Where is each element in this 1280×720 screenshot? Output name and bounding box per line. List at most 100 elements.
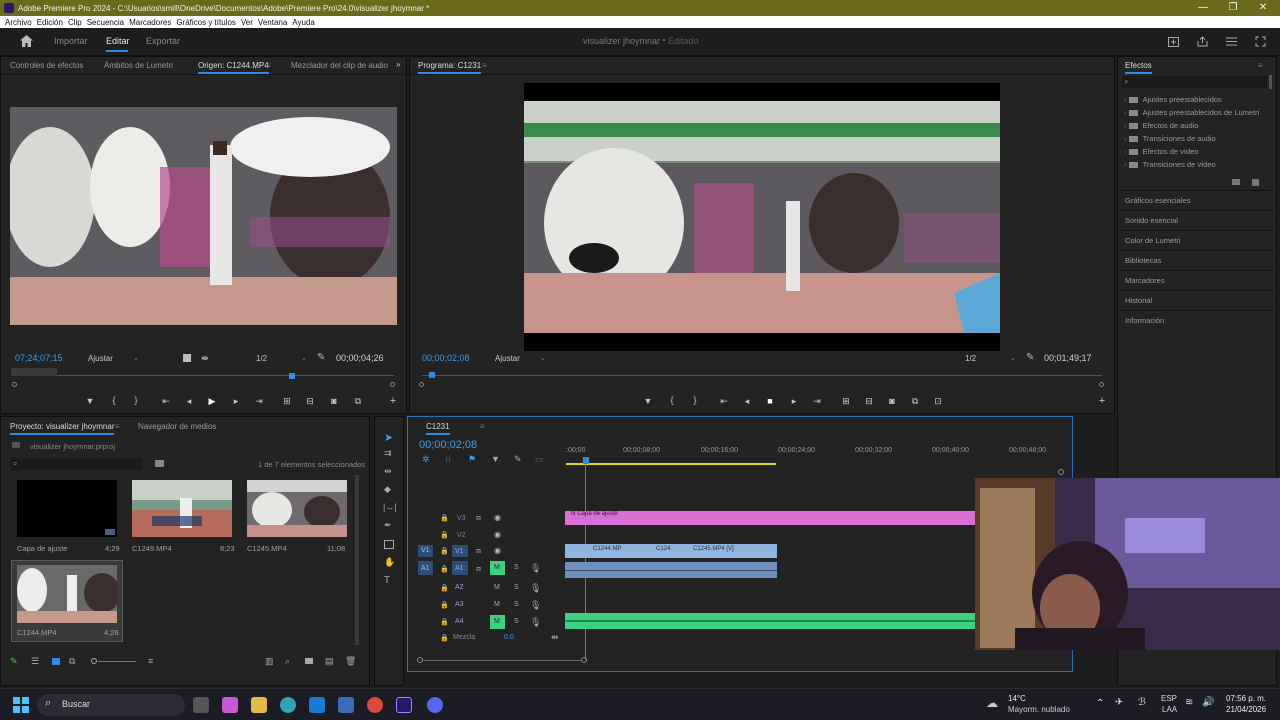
sync-lock-icon[interactable]: ⧈	[476, 513, 481, 523]
type-tool-icon[interactable]: T	[384, 575, 390, 586]
program-menu-icon[interactable]: ≡	[482, 61, 487, 70]
program-add-button-icon[interactable]: +	[1096, 395, 1108, 407]
add-marker-timeline-icon[interactable]: ⚑	[468, 454, 476, 465]
drag-handle-icon[interactable]: ⇼	[201, 353, 209, 364]
new-bin-folder-icon[interactable]	[155, 460, 164, 467]
captions-icon[interactable]: ▭	[535, 454, 544, 465]
effects-search-input[interactable]	[1122, 76, 1267, 88]
wifi-icon[interactable]: ≋	[1185, 697, 1193, 708]
program-wrench-icon[interactable]: ✎	[1026, 352, 1034, 363]
quick-export-icon[interactable]	[1168, 37, 1179, 47]
section-info[interactable]: Información	[1125, 316, 1164, 325]
mic-icon[interactable]: 🎙	[530, 617, 541, 628]
timeline-timecode[interactable]: 00;00;02;08	[419, 439, 477, 451]
video-clip-2[interactable]: C124	[656, 546, 670, 552]
program-go-to-in-icon[interactable]: ⇤	[718, 396, 730, 407]
store-icon[interactable]	[338, 697, 354, 713]
tab-project[interactable]: Proyecto: visualizer jhoymnar	[10, 422, 115, 435]
program-step-forward-icon[interactable]: ▸	[788, 396, 800, 407]
clear-icon[interactable]: 🗑	[345, 656, 356, 667]
pen-tool-icon[interactable]: ✒	[384, 520, 392, 531]
sort-icon[interactable]: ≡	[148, 656, 153, 666]
section-history[interactable]: Historial	[1125, 296, 1152, 305]
fullscreen-icon[interactable]	[1255, 36, 1266, 47]
scrub-end-handle[interactable]	[390, 382, 395, 387]
effects-folder-audio-effects[interactable]: › Efectos de audio	[1124, 121, 1198, 130]
adjustment-layer-clip[interactable]: fx Capa de ajuste	[565, 511, 975, 525]
eye-icon[interactable]: ◉	[494, 513, 501, 522]
chrome-icon[interactable]	[367, 697, 383, 713]
thumb-c1249[interactable]	[132, 480, 232, 537]
timeline-hscroll-end[interactable]	[1058, 469, 1064, 475]
thumb-c1244[interactable]	[17, 565, 117, 623]
section-lumetri-color[interactable]: Color de Lumetri	[1125, 236, 1180, 245]
source-playhead[interactable]	[289, 373, 295, 379]
program-stop-button[interactable]: ■	[764, 396, 776, 406]
zoom-slider-track[interactable]	[98, 661, 136, 662]
program-resolution-select[interactable]: 1/2	[965, 354, 976, 363]
effects-folder-video-effects[interactable]: › Efectos de vídeo	[1124, 147, 1198, 156]
thumb-c1245[interactable]	[247, 480, 347, 537]
program-fit-select[interactable]: Ajustar	[495, 354, 520, 363]
mark-out-icon[interactable]: }	[130, 395, 142, 405]
menu-item-archivo[interactable]: Archivo	[5, 18, 32, 27]
effects-title[interactable]: Efectos	[1125, 61, 1152, 74]
share-icon[interactable]	[1197, 36, 1208, 47]
program-add-marker-icon[interactable]: ▼	[642, 396, 654, 406]
program-go-to-out-icon[interactable]: ⇥	[811, 396, 823, 407]
project-scrollbar[interactable]	[355, 475, 359, 645]
video-clip-1[interactable]: C1244.MP	[593, 546, 621, 552]
section-libraries[interactable]: Bibliotecas	[1125, 256, 1161, 265]
add-marker-icon[interactable]: ▼	[84, 396, 96, 406]
program-title[interactable]: Programa: C1231	[418, 61, 482, 74]
tab-editar[interactable]: Editar	[106, 36, 130, 46]
new-bin-footer-icon[interactable]	[305, 658, 313, 664]
play-button[interactable]: ▶	[206, 396, 218, 407]
menu-item-marcadores[interactable]: Marcadores	[129, 18, 171, 27]
program-scrub-end[interactable]	[1099, 382, 1104, 387]
solo-button[interactable]: S	[514, 618, 519, 625]
source-tab-menu-icon[interactable]: ≡	[266, 61, 271, 70]
mute-button[interactable]: M	[494, 601, 500, 608]
ripple-edit-tool-icon[interactable]: ⇹	[384, 466, 392, 477]
eye-icon[interactable]: ◉	[494, 546, 501, 555]
sequence-tab[interactable]: C1231	[426, 422, 450, 435]
lock-icon[interactable]: 🔒	[440, 565, 449, 573]
mute-button[interactable]: M	[494, 584, 500, 591]
track-select-tool-icon[interactable]: ⇉	[384, 448, 392, 459]
volume-icon[interactable]: 🔊	[1202, 697, 1214, 708]
eye-icon[interactable]: ◉	[494, 530, 501, 539]
edge-icon[interactable]	[280, 697, 296, 713]
network-icon[interactable]: ✈	[1115, 697, 1123, 708]
solo-button[interactable]: S	[514, 601, 519, 608]
new-item-icon[interactable]: ▤	[325, 656, 334, 667]
tab-media-browser[interactable]: Navegador de medios	[138, 422, 216, 431]
lock-icon[interactable]: 🔒	[440, 618, 449, 626]
lock-icon[interactable]: 🔒	[440, 531, 449, 539]
program-step-back-icon[interactable]: ◂	[741, 396, 753, 407]
menu-item-ventana[interactable]: Ventana	[258, 18, 287, 27]
project-menu-icon[interactable]: ≡	[115, 422, 120, 431]
mic-icon[interactable]: 🎙	[530, 600, 541, 611]
work-area-bar[interactable]	[566, 463, 776, 465]
program-playhead[interactable]	[429, 372, 435, 378]
keyboard-lang[interactable]: ESP	[1161, 694, 1177, 703]
effects-folder-video-transitions[interactable]: › Transiciones de vídeo	[1124, 160, 1216, 169]
timeline-zoom-end[interactable]	[581, 657, 587, 663]
menu-item-graficos[interactable]: Gráficos y títulos	[176, 18, 236, 27]
weather-icon[interactable]: ☁	[986, 696, 998, 710]
mark-in-icon[interactable]: {	[108, 395, 120, 405]
clock-time[interactable]: 07:56 p. m.	[1226, 694, 1266, 703]
premiere-taskbar-icon[interactable]	[396, 697, 412, 713]
lock-icon[interactable]: 🔒	[440, 584, 449, 592]
menu-item-ver[interactable]: Ver	[241, 18, 253, 27]
extract-icon[interactable]: ⊟	[863, 396, 875, 407]
icon-view-icon[interactable]	[52, 658, 60, 665]
video-clip-3[interactable]: C1245.MP4 [V]	[693, 546, 734, 552]
tab-effect-controls[interactable]: Controles de efectos	[10, 61, 83, 70]
section-markers[interactable]: Marcadores	[1125, 276, 1165, 285]
program-scrub-bar[interactable]	[422, 375, 1102, 376]
outlook-icon[interactable]	[309, 697, 325, 713]
tab-exportar[interactable]: Exportar	[146, 36, 180, 46]
effects-menu-icon[interactable]: ≡	[1258, 61, 1263, 70]
